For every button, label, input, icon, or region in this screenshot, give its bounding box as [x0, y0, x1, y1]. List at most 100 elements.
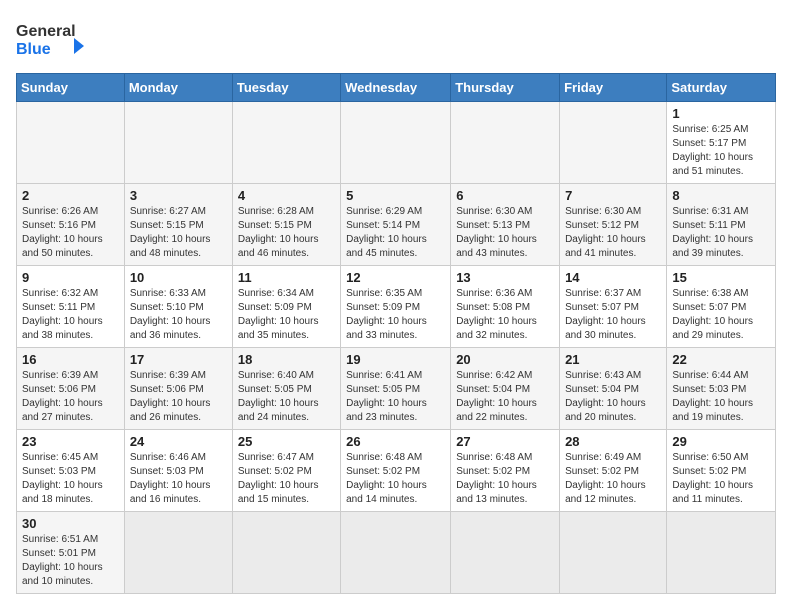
day-number: 2: [22, 188, 119, 203]
day-number: 26: [346, 434, 445, 449]
logo-svg: GeneralBlue: [16, 16, 96, 61]
calendar-week-3: 16 Sunrise: 6:39 AM Sunset: 5:06 PM Dayli…: [17, 348, 776, 430]
day-info: Sunrise: 6:30 AM Sunset: 5:12 PM Dayligh…: [565, 205, 661, 261]
calendar-cell: 13 Sunrise: 6:36 AM Sunset: 5:08 PM Dayli…: [451, 266, 560, 348]
day-number: 11: [238, 270, 335, 285]
calendar-cell: 10Sunrise: 6:33 AM Sunset: 5:10 PM Dayli…: [124, 266, 232, 348]
calendar-cell: 19 Sunrise: 6:41 AM Sunset: 5:05 PM Dayli…: [341, 348, 451, 430]
calendar-cell: 11 Sunrise: 6:34 AM Sunset: 5:09 PM Dayli…: [232, 266, 340, 348]
day-number: 29: [672, 434, 770, 449]
day-header-saturday: Saturday: [667, 74, 776, 102]
day-number: 20: [456, 352, 554, 367]
calendar-cell: 23Sunrise: 6:45 AM Sunset: 5:03 PM Dayli…: [17, 430, 125, 512]
day-number: 5: [346, 188, 445, 203]
calendar-cell: 20 Sunrise: 6:42 AM Sunset: 5:04 PM Dayli…: [451, 348, 560, 430]
calendar-cell: [560, 512, 667, 594]
day-header-tuesday: Tuesday: [232, 74, 340, 102]
day-info: Sunrise: 6:50 AM Sunset: 5:02 PM Dayligh…: [672, 451, 770, 507]
calendar-cell: 5 Sunrise: 6:29 AM Sunset: 5:14 PM Daylig…: [341, 184, 451, 266]
day-number: 10: [130, 270, 227, 285]
calendar-cell: [17, 102, 125, 184]
calendar-cell: 17 Sunrise: 6:39 AM Sunset: 5:06 PM Dayli…: [124, 348, 232, 430]
calendar-cell: 9 Sunrise: 6:32 AM Sunset: 5:11 PM Daylig…: [17, 266, 125, 348]
day-number: 25: [238, 434, 335, 449]
calendar-cell: 22Sunrise: 6:44 AM Sunset: 5:03 PM Dayli…: [667, 348, 776, 430]
day-info: Sunrise: 6:42 AM Sunset: 5:04 PM Dayligh…: [456, 369, 554, 425]
day-info: Sunrise: 6:29 AM Sunset: 5:14 PM Dayligh…: [346, 205, 445, 261]
calendar-cell: 12Sunrise: 6:35 AM Sunset: 5:09 PM Dayli…: [341, 266, 451, 348]
day-number: 28: [565, 434, 661, 449]
calendar-cell: [124, 102, 232, 184]
day-info: Sunrise: 6:31 AM Sunset: 5:11 PM Dayligh…: [672, 205, 770, 261]
day-info: Sunrise: 6:48 AM Sunset: 5:02 PM Dayligh…: [456, 451, 554, 507]
day-info: Sunrise: 6:34 AM Sunset: 5:09 PM Dayligh…: [238, 287, 335, 343]
calendar-cell: [451, 102, 560, 184]
calendar-cell: [667, 512, 776, 594]
logo: GeneralBlue: [16, 16, 96, 61]
day-info: Sunrise: 6:39 AM Sunset: 5:06 PM Dayligh…: [130, 369, 227, 425]
day-info: Sunrise: 6:36 AM Sunset: 5:08 PM Dayligh…: [456, 287, 554, 343]
day-header-thursday: Thursday: [451, 74, 560, 102]
calendar-cell: 14Sunrise: 6:37 AM Sunset: 5:07 PM Dayli…: [560, 266, 667, 348]
svg-text:General: General: [16, 23, 76, 40]
calendar-cell: 25 Sunrise: 6:47 AM Sunset: 5:02 PM Dayli…: [232, 430, 340, 512]
day-number: 6: [456, 188, 554, 203]
calendar-cell: [451, 512, 560, 594]
day-info: Sunrise: 6:27 AM Sunset: 5:15 PM Dayligh…: [130, 205, 227, 261]
day-header-wednesday: Wednesday: [341, 74, 451, 102]
day-number: 18: [238, 352, 335, 367]
day-info: Sunrise: 6:46 AM Sunset: 5:03 PM Dayligh…: [130, 451, 227, 507]
day-number: 16: [22, 352, 119, 367]
calendar-cell: [560, 102, 667, 184]
calendar-cell: 18Sunrise: 6:40 AM Sunset: 5:05 PM Dayli…: [232, 348, 340, 430]
calendar-week-1: 2 Sunrise: 6:26 AM Sunset: 5:16 PM Daylig…: [17, 184, 776, 266]
calendar-cell: 3 Sunrise: 6:27 AM Sunset: 5:15 PM Daylig…: [124, 184, 232, 266]
calendar-cell: [124, 512, 232, 594]
day-info: Sunrise: 6:48 AM Sunset: 5:02 PM Dayligh…: [346, 451, 445, 507]
calendar-cell: [232, 512, 340, 594]
day-number: 21: [565, 352, 661, 367]
calendar-cell: 30 Sunrise: 6:51 AM Sunset: 5:01 PM Dayli…: [17, 512, 125, 594]
day-info: Sunrise: 6:45 AM Sunset: 5:03 PM Dayligh…: [22, 451, 119, 507]
day-header-monday: Monday: [124, 74, 232, 102]
calendar-cell: 27 Sunrise: 6:48 AM Sunset: 5:02 PM Dayli…: [451, 430, 560, 512]
calendar-cell: 7Sunrise: 6:30 AM Sunset: 5:12 PM Daylig…: [560, 184, 667, 266]
day-info: Sunrise: 6:49 AM Sunset: 5:02 PM Dayligh…: [565, 451, 661, 507]
calendar-header-row: SundayMondayTuesdayWednesdayThursdayFrid…: [17, 74, 776, 102]
calendar-cell: 28 Sunrise: 6:49 AM Sunset: 5:02 PM Dayli…: [560, 430, 667, 512]
day-number: 9: [22, 270, 119, 285]
day-info: Sunrise: 6:51 AM Sunset: 5:01 PM Dayligh…: [22, 533, 119, 589]
day-number: 27: [456, 434, 554, 449]
day-number: 8: [672, 188, 770, 203]
calendar-cell: 29 Sunrise: 6:50 AM Sunset: 5:02 PM Dayli…: [667, 430, 776, 512]
day-info: Sunrise: 6:39 AM Sunset: 5:06 PM Dayligh…: [22, 369, 119, 425]
calendar-week-5: 30 Sunrise: 6:51 AM Sunset: 5:01 PM Dayli…: [17, 512, 776, 594]
day-info: Sunrise: 6:28 AM Sunset: 5:15 PM Dayligh…: [238, 205, 335, 261]
day-info: Sunrise: 6:47 AM Sunset: 5:02 PM Dayligh…: [238, 451, 335, 507]
day-number: 12: [346, 270, 445, 285]
calendar-cell: 1Sunrise: 6:25 AM Sunset: 5:17 PM Daylig…: [667, 102, 776, 184]
day-number: 13: [456, 270, 554, 285]
calendar-cell: [341, 512, 451, 594]
day-number: 17: [130, 352, 227, 367]
page-header: GeneralBlue: [16, 16, 776, 61]
day-number: 4: [238, 188, 335, 203]
day-number: 14: [565, 270, 661, 285]
day-number: 15: [672, 270, 770, 285]
day-info: Sunrise: 6:26 AM Sunset: 5:16 PM Dayligh…: [22, 205, 119, 261]
day-number: 30: [22, 516, 119, 531]
calendar-cell: 21 Sunrise: 6:43 AM Sunset: 5:04 PM Dayli…: [560, 348, 667, 430]
calendar-cell: 15 Sunrise: 6:38 AM Sunset: 5:07 PM Dayli…: [667, 266, 776, 348]
day-number: 3: [130, 188, 227, 203]
day-info: Sunrise: 6:41 AM Sunset: 5:05 PM Dayligh…: [346, 369, 445, 425]
calendar-table: SundayMondayTuesdayWednesdayThursdayFrid…: [16, 73, 776, 594]
day-info: Sunrise: 6:32 AM Sunset: 5:11 PM Dayligh…: [22, 287, 119, 343]
day-info: Sunrise: 6:43 AM Sunset: 5:04 PM Dayligh…: [565, 369, 661, 425]
calendar-cell: 8 Sunrise: 6:31 AM Sunset: 5:11 PM Daylig…: [667, 184, 776, 266]
day-header-friday: Friday: [560, 74, 667, 102]
day-info: Sunrise: 6:38 AM Sunset: 5:07 PM Dayligh…: [672, 287, 770, 343]
day-number: 1: [672, 106, 770, 121]
day-number: 19: [346, 352, 445, 367]
day-info: Sunrise: 6:44 AM Sunset: 5:03 PM Dayligh…: [672, 369, 770, 425]
calendar-cell: [232, 102, 340, 184]
